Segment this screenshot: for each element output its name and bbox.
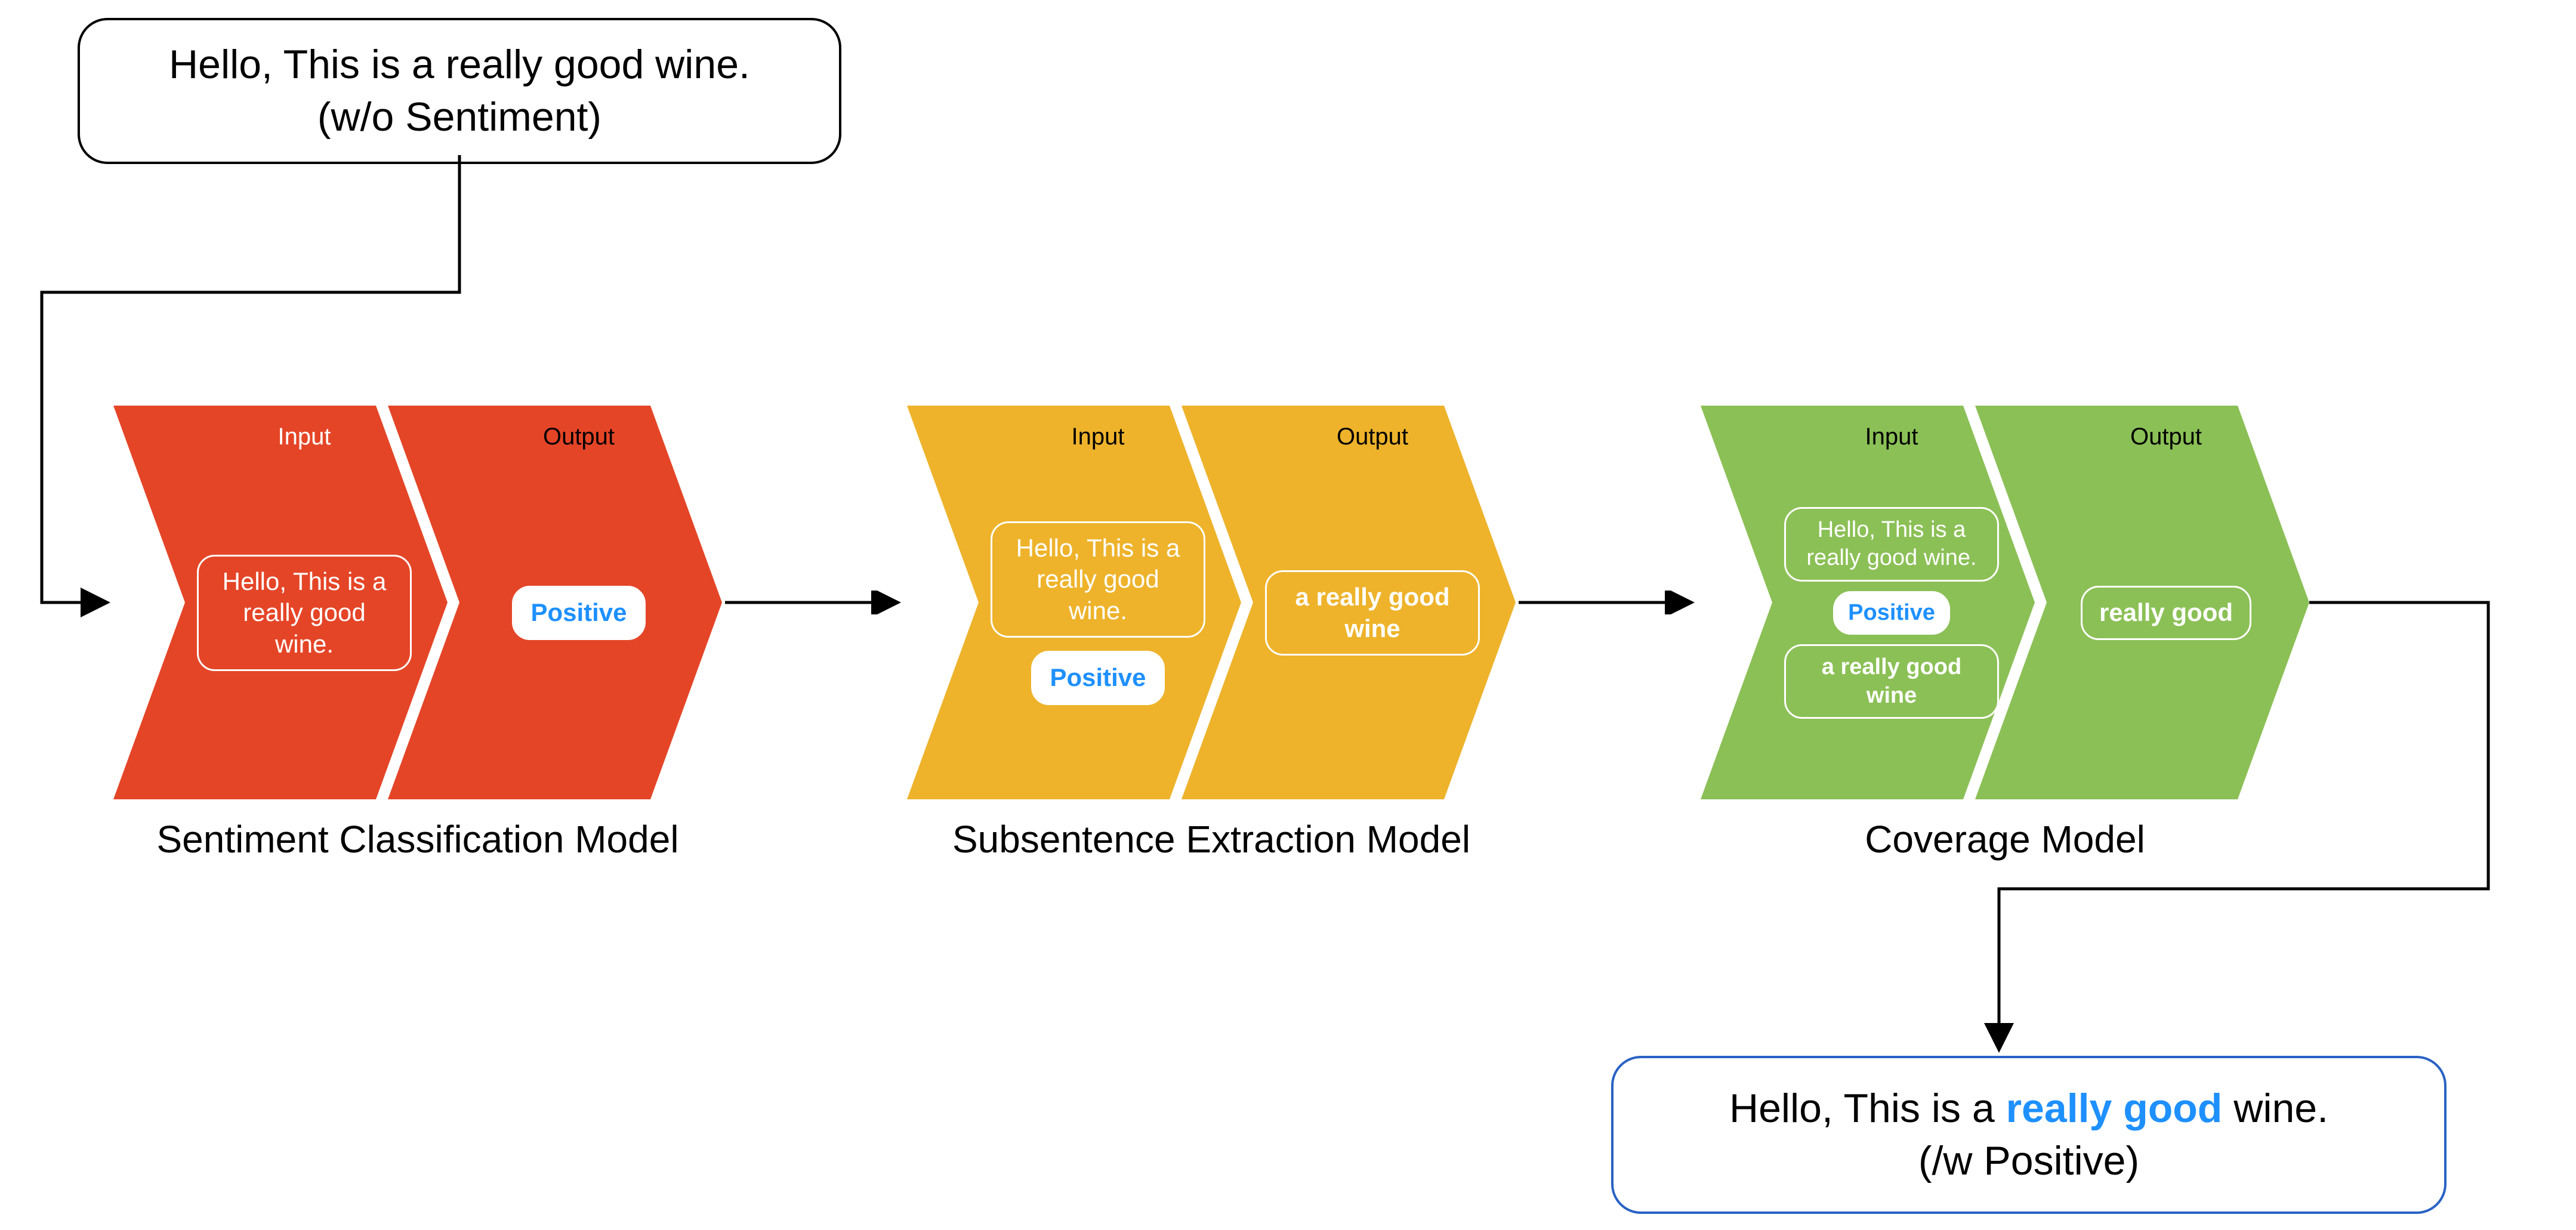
stage1-title: Sentiment Classification Model	[113, 817, 722, 861]
output-sentence-box: Hello, This is a really good wine. (/w P…	[1611, 1056, 2447, 1214]
stage2-output-text: a really good wine	[1265, 570, 1480, 656]
output-suffix: wine.	[2222, 1086, 2328, 1131]
stage2-output-chevron: Output a really good wine	[1181, 406, 1516, 799]
arrow-stage2-to-stage3	[1516, 591, 1701, 614]
stage2-input-text: Hello, This is a really good wine.	[991, 521, 1205, 638]
output-highlight: really good	[2006, 1086, 2223, 1131]
stage1-output-header: Output	[459, 424, 698, 450]
input-sentence-box: Hello, This is a really good wine. (w/o …	[78, 18, 841, 164]
stage3-output-header: Output	[2047, 424, 2285, 450]
stage2-title: Subsentence Extraction Model	[907, 817, 1516, 861]
input-sentence-line2: (w/o Sentiment)	[116, 91, 803, 143]
stage2-output-header: Output	[1253, 424, 1492, 450]
input-sentence-line1: Hello, This is a really good wine.	[116, 38, 803, 91]
output-sentence-line2: (/w Positive)	[1661, 1135, 2396, 1187]
stage1-input-text: Hello, This is a really good wine.	[197, 555, 412, 672]
arrow-stage3-to-output	[1880, 591, 2506, 1062]
stage1-output-chevron: Output Positive	[388, 406, 722, 799]
stage3-input-text: Hello, This is a really good wine.	[1784, 507, 1999, 582]
arrow-stage1-to-stage2	[722, 591, 907, 614]
output-sentence-line1: Hello, This is a really good wine.	[1661, 1082, 2396, 1135]
stage2-input-label: Positive	[1031, 651, 1164, 705]
stage1-output-text: Positive	[512, 586, 645, 640]
output-prefix: Hello, This is a	[1729, 1086, 2006, 1131]
